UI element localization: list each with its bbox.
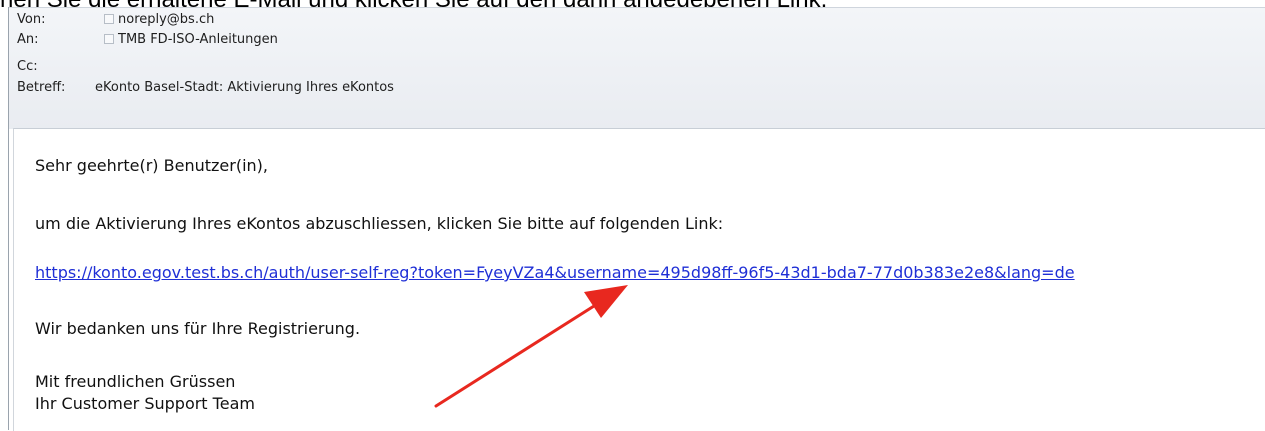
from-label: Von: xyxy=(17,12,46,27)
instruction-text: um die Aktivierung Ihres eKontos abzusch… xyxy=(35,214,724,233)
email-body: Sehr geehrte(r) Benutzer(in), um die Akt… xyxy=(13,128,1265,431)
signature-text: Ihr Customer Support Team xyxy=(35,394,255,413)
to-address-text: TMB FD-ISO-Anleitungen xyxy=(118,32,278,47)
thanks-text: Wir bedanken uns für Ihre Registrierung. xyxy=(35,319,361,338)
to-address[interactable]: TMB FD-ISO-Anleitungen xyxy=(104,32,278,47)
subject-label: Betreff: xyxy=(17,80,66,95)
cc-label: Cc: xyxy=(17,59,38,74)
greeting-text: Sehr geehrte(r) Benutzer(in), xyxy=(35,156,268,175)
from-address[interactable]: noreply@bs.ch xyxy=(104,12,214,27)
contact-checkbox-icon xyxy=(104,14,114,24)
contact-checkbox-icon xyxy=(104,34,114,44)
from-address-text: noreply@bs.ch xyxy=(118,12,215,27)
to-label: An: xyxy=(17,32,39,47)
activation-link[interactable]: https://konto.egov.test.bs.ch/auth/user-… xyxy=(35,263,1075,282)
email-window: Von: noreply@bs.ch An: TMB FD-ISO-Anleit… xyxy=(0,7,1265,431)
email-header: Von: noreply@bs.ch An: TMB FD-ISO-Anleit… xyxy=(9,7,1265,129)
closing-text: Mit freundlichen Grüssen xyxy=(35,372,236,391)
subject-value: eKonto Basel-Stadt: Aktivierung Ihres eK… xyxy=(95,80,394,95)
